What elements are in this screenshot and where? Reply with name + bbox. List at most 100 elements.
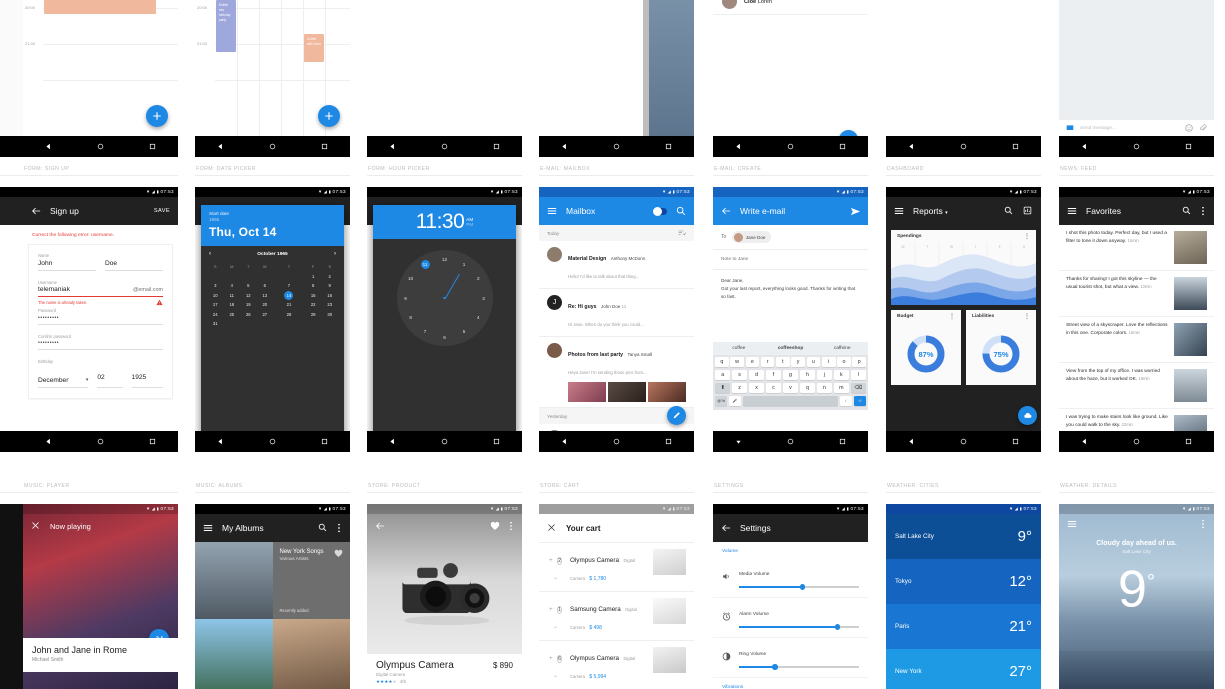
time-value[interactable]: 11:30 [416,210,465,234]
back-arrow-icon[interactable] [721,206,731,216]
next-month-button[interactable]: › [334,251,336,257]
contact-row[interactable]: Cloe Loren [713,0,868,15]
username-field[interactable]: Username telemaniak @email.com The name … [29,280,172,307]
day-cell[interactable]: 24 [207,310,224,320]
increment-button[interactable]: + [549,558,553,564]
day-cell[interactable]: 13 [257,291,274,301]
weather-city-row[interactable]: Paris 21° [886,604,1041,649]
news-post[interactable]: I was trying to make stairs look like gr… [1059,409,1214,431]
page-title-wrap[interactable]: Reports ▾ [913,206,995,216]
key-h[interactable]: h [799,370,816,381]
nav-bar[interactable] [195,136,350,157]
key-p[interactable]: p [852,356,867,367]
day-cell[interactable]: 25 [224,310,241,320]
day-cell[interactable]: 4 [224,281,241,291]
day-cell[interactable]: 26 [240,310,257,320]
key-n[interactable]: n [816,383,833,394]
overflow-icon[interactable]: ⋮ [949,314,955,320]
day-cell[interactable]: 8 [305,281,322,291]
day-cell[interactable] [224,272,241,282]
day-cell[interactable]: 9 [321,281,338,291]
key-k[interactable]: k [833,370,850,381]
birth-year-field[interactable]: 1925 [131,366,163,388]
calendar-month-grid[interactable]: S M T W T F S 1 2 3 4 5 6 7 8 9 10 11 12… [201,260,344,331]
hour-3[interactable]: 3 [479,294,488,303]
ampm-toggle[interactable]: AM PM [466,217,473,228]
hour-7[interactable]: 7 [421,327,430,336]
weather-city-row[interactable]: New York 27° [886,649,1041,689]
space-key[interactable] [742,396,839,407]
key-s[interactable]: s [731,370,748,381]
calendar-event[interactable]: Esther ses birthday party [216,0,236,52]
birth-month-select[interactable]: December ▾ [38,377,89,388]
add-event-fab[interactable] [318,105,340,127]
birth-day-field[interactable]: 02 [97,366,123,388]
spendings-card[interactable]: Spendings ⋮ M T W T F S [891,230,1036,305]
key-c[interactable]: c [765,383,782,394]
hour-1[interactable]: 1 [460,260,469,269]
key-d[interactable]: d [748,370,765,381]
password-field[interactable]: Password ••••••••• [29,308,172,325]
hour-10[interactable]: 10 [406,274,415,283]
mail-row[interactable]: Regarding your our last meeting John Tho… [539,424,694,431]
day-cell[interactable]: 22 [305,300,322,310]
search-icon[interactable] [676,206,686,216]
news-post[interactable]: Street view of a skyscraper. Love the re… [1059,317,1214,363]
sort-icon[interactable] [678,229,686,237]
menu-icon[interactable] [1067,206,1077,216]
day-cell[interactable]: 15 [305,291,322,301]
suggestion[interactable]: coffee [713,346,765,351]
pm-label[interactable]: PM [466,222,473,228]
day-cell[interactable]: 17 [207,300,224,310]
post-image[interactable] [1174,323,1207,356]
prev-month-button[interactable]: ‹ [209,251,211,257]
day-cell[interactable]: 1 [305,272,322,282]
alarm-volume-slider[interactable] [739,623,859,631]
key-y[interactable]: y [791,356,805,367]
day-cell[interactable]: 11 [224,291,241,301]
day-cell[interactable]: 7 [273,281,305,291]
key-i[interactable]: i [821,356,836,367]
day-cell[interactable]: 23 [321,300,338,310]
day-cell[interactable]: 5 [240,281,257,291]
calendar-event[interactable]: Coffee with John Cafe on the Corner [44,0,156,14]
media-volume-slider[interactable] [739,583,859,591]
cart-item[interactable]: + 1 − Samsung Camera Digital Camera $ 49… [539,592,694,641]
quantity-stepper[interactable]: + 2 − [547,549,564,585]
shift-key[interactable]: ⬆ [715,383,731,394]
day-cell-selected[interactable]: 14 [273,290,305,301]
key-v[interactable]: v [782,383,799,394]
overflow-icon[interactable]: ⋮ [1024,234,1030,240]
day-cell[interactable] [240,272,257,282]
calendar-event[interactable]: Coffee with John [304,34,324,62]
key-q2[interactable]: q [799,383,816,394]
nav-bar[interactable] [195,431,350,452]
key-e[interactable]: e [745,356,760,367]
symbols-key[interactable]: @?# [715,396,728,407]
day-cell[interactable] [207,272,224,282]
hour-6[interactable]: 6 [440,333,449,342]
heart-icon[interactable] [490,521,500,531]
close-icon[interactable] [547,523,557,533]
nav-bar[interactable] [367,431,522,452]
overflow-icon[interactable] [1201,206,1206,216]
calendar-grid[interactable]: 17:00 18:00 19:00 20:00 21:00 Night time… [23,0,178,157]
album-tile-new-york-songs[interactable]: New York Songs Various Artists Recently … [272,542,350,619]
backspace-key[interactable]: ⌫ [850,383,866,394]
day-cell[interactable]: 10 [207,291,224,301]
search-icon[interactable] [1004,206,1014,216]
nav-bar[interactable] [367,136,522,157]
day-cell[interactable]: 20 [257,300,274,310]
increment-button[interactable]: + [549,656,553,662]
hour-2[interactable]: 2 [474,274,483,283]
back-arrow-icon[interactable] [721,523,731,533]
nav-bar[interactable] [886,136,1041,157]
nav-bar[interactable] [1059,136,1214,157]
mailbox-toggle[interactable] [653,206,667,216]
day-cell[interactable]: 21 [273,300,305,310]
weather-city-row[interactable]: Salt Lake City 9° [886,514,1041,559]
nav-bar[interactable] [539,431,694,452]
quantity-stepper[interactable]: + 1 − [547,598,564,634]
heart-icon[interactable] [334,549,343,558]
close-icon[interactable] [31,521,41,531]
